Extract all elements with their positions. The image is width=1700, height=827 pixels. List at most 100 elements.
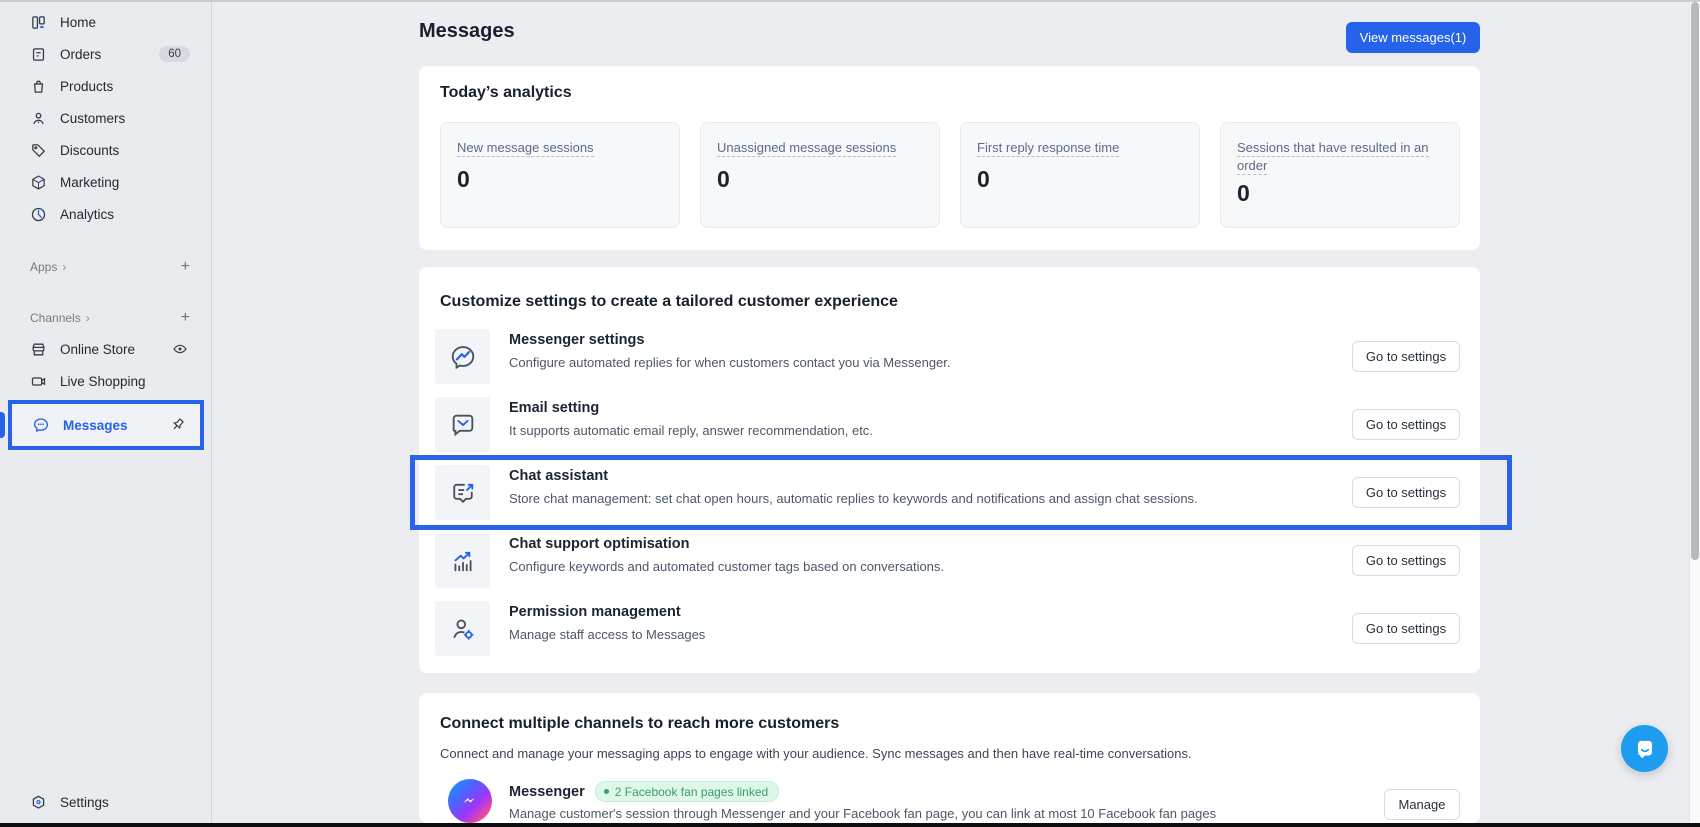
go-to-settings-button[interactable]: Go to settings (1352, 477, 1460, 508)
sidebar-item-live-shopping[interactable]: Live Shopping (0, 365, 212, 397)
setting-row-email-setting: Email setting It supports automatic emai… (435, 397, 1464, 453)
orders-icon (30, 46, 47, 63)
setting-description: It supports automatic email reply, answe… (509, 423, 1269, 438)
sidebar-item-messages[interactable]: Messages (8, 400, 204, 450)
setting-title: Permission management (509, 604, 1269, 620)
pin-icon[interactable] (169, 417, 186, 434)
gear-icon (30, 794, 47, 811)
setting-description: Configure keywords and automated custome… (509, 559, 1269, 574)
apps-section-label: Apps (30, 260, 57, 274)
trend-chart-icon (435, 533, 490, 588)
manage-button[interactable]: Manage (1384, 789, 1460, 820)
go-to-settings-button[interactable]: Go to settings (1352, 341, 1460, 372)
discounts-icon (30, 142, 47, 159)
vertical-scrollbar[interactable] (1689, 0, 1700, 823)
chat-launcher-icon (1632, 736, 1658, 762)
sidebar-section-channels[interactable]: Channels › + (0, 306, 212, 330)
sidebar-item-settings[interactable]: Settings (0, 786, 212, 818)
linked-pages-badge-label: 2 Facebook fan pages linked (615, 785, 768, 799)
stat-sessions-resulted-in-order[interactable]: Sessions that have resulted in an order … (1220, 122, 1460, 228)
person-gear-icon (435, 601, 490, 656)
visibility-eye-icon[interactable] (172, 341, 188, 357)
home-icon (30, 14, 47, 31)
setting-row-messenger-settings: Messenger settings Configure automated r… (435, 329, 1464, 385)
chat-bubble-icon (32, 416, 50, 434)
window-bottom-edge (0, 823, 1700, 827)
page-title: Messages (419, 20, 515, 43)
sidebar-item-orders[interactable]: Orders 60 (0, 38, 212, 70)
sidebar-item-analytics[interactable]: Analytics (0, 198, 212, 230)
messenger-outline-icon (435, 329, 490, 384)
channel-name-line: Messenger 2 Facebook fan pages linked (509, 781, 779, 802)
stat-value: 0 (457, 166, 663, 193)
customize-card-title: Customize settings to create a tailored … (440, 293, 898, 311)
sidebar-item-products[interactable]: Products (0, 70, 212, 102)
stat-label: New message sessions (457, 140, 594, 157)
sidebar-item-label: Analytics (60, 207, 114, 222)
stat-label: Unassigned message sessions (717, 140, 896, 157)
setting-row-chat-support-optimisation: Chat support optimisation Configure keyw… (435, 533, 1464, 589)
setting-row-permission-management: Permission management Manage staff acces… (435, 601, 1464, 657)
storefront-icon (30, 341, 47, 358)
channel-description: Manage customer's session through Messen… (509, 806, 1329, 821)
setting-title: Messenger settings (509, 332, 1269, 348)
chevron-right-icon: › (86, 311, 90, 325)
video-camera-icon (30, 373, 47, 390)
sidebar-item-home[interactable]: Home (0, 6, 212, 38)
stat-value: 0 (977, 166, 1183, 193)
setting-title: Chat support optimisation (509, 536, 1269, 552)
connect-channels-card: Connect multiple channels to reach more … (419, 693, 1480, 823)
sidebar-item-label: Products (60, 79, 113, 94)
chat-launcher-button[interactable] (1621, 725, 1668, 772)
analytics-card-title: Today’s analytics (440, 84, 572, 102)
sidebar-item-label: Settings (60, 795, 109, 810)
setting-row-text: Messenger settings Configure automated r… (509, 332, 1269, 370)
add-channel-button[interactable]: + (181, 310, 190, 326)
add-app-button[interactable]: + (181, 259, 190, 275)
orders-count-badge: 60 (159, 46, 190, 62)
sidebar-section-apps[interactable]: Apps › + (0, 255, 212, 279)
scrollbar-thumb[interactable] (1691, 2, 1699, 560)
channels-section-label: Channels (30, 311, 81, 325)
linked-pages-badge: 2 Facebook fan pages linked (595, 781, 779, 802)
active-nav-indicator (0, 412, 5, 438)
connect-card-description: Connect and manage your messaging apps t… (440, 746, 1192, 761)
sidebar-item-label: Live Shopping (60, 374, 146, 389)
window-top-edge (0, 0, 1700, 2)
view-messages-button[interactable]: View messages(1) (1346, 22, 1480, 53)
chevron-right-icon: › (62, 260, 66, 274)
channel-row-messenger: Messenger 2 Facebook fan pages linked Ma… (435, 775, 1464, 823)
marketing-icon (30, 174, 47, 191)
stat-new-message-sessions[interactable]: New message sessions 0 (440, 122, 680, 228)
sidebar-item-discounts[interactable]: Discounts (0, 134, 212, 166)
setting-row-text: Chat support optimisation Configure keyw… (509, 536, 1269, 574)
sidebar-item-marketing[interactable]: Marketing (0, 166, 212, 198)
channel-name: Messenger (509, 784, 585, 800)
go-to-settings-button[interactable]: Go to settings (1352, 613, 1460, 644)
go-to-settings-button[interactable]: Go to settings (1352, 545, 1460, 576)
setting-row-text: Email setting It supports automatic emai… (509, 400, 1269, 438)
email-reply-icon (435, 397, 490, 452)
analytics-icon (30, 206, 47, 223)
go-to-settings-button[interactable]: Go to settings (1352, 409, 1460, 440)
sidebar-item-label: Customers (60, 111, 125, 126)
sidebar-item-online-store[interactable]: Online Store (0, 333, 212, 365)
connect-card-title: Connect multiple channels to reach more … (440, 715, 839, 733)
stat-value: 0 (1237, 180, 1443, 207)
sidebar-item-label: Marketing (60, 175, 119, 190)
sidebar-item-label: Orders (60, 47, 101, 62)
setting-description: Configure automated replies for when cus… (509, 355, 1269, 370)
setting-description: Store chat management: set chat open hou… (509, 491, 1269, 506)
analytics-card: Today’s analytics New message sessions 0… (419, 66, 1480, 250)
setting-title: Email setting (509, 400, 1269, 416)
setting-row-text: Chat assistant Store chat management: se… (509, 468, 1269, 506)
stat-first-reply-response-time[interactable]: First reply response time 0 (960, 122, 1200, 228)
sidebar-item-customers[interactable]: Customers (0, 102, 212, 134)
sidebar-item-label: Home (60, 15, 96, 30)
setting-row-text: Permission management Manage staff acces… (509, 604, 1269, 642)
setting-row-chat-assistant: Chat assistant Store chat management: se… (435, 465, 1464, 521)
sidebar: Home Orders 60 Products Customers Discou… (0, 0, 212, 827)
stat-unassigned-message-sessions[interactable]: Unassigned message sessions 0 (700, 122, 940, 228)
stat-label: Sessions that have resulted in an order (1237, 140, 1429, 175)
setting-title: Chat assistant (509, 468, 1269, 484)
